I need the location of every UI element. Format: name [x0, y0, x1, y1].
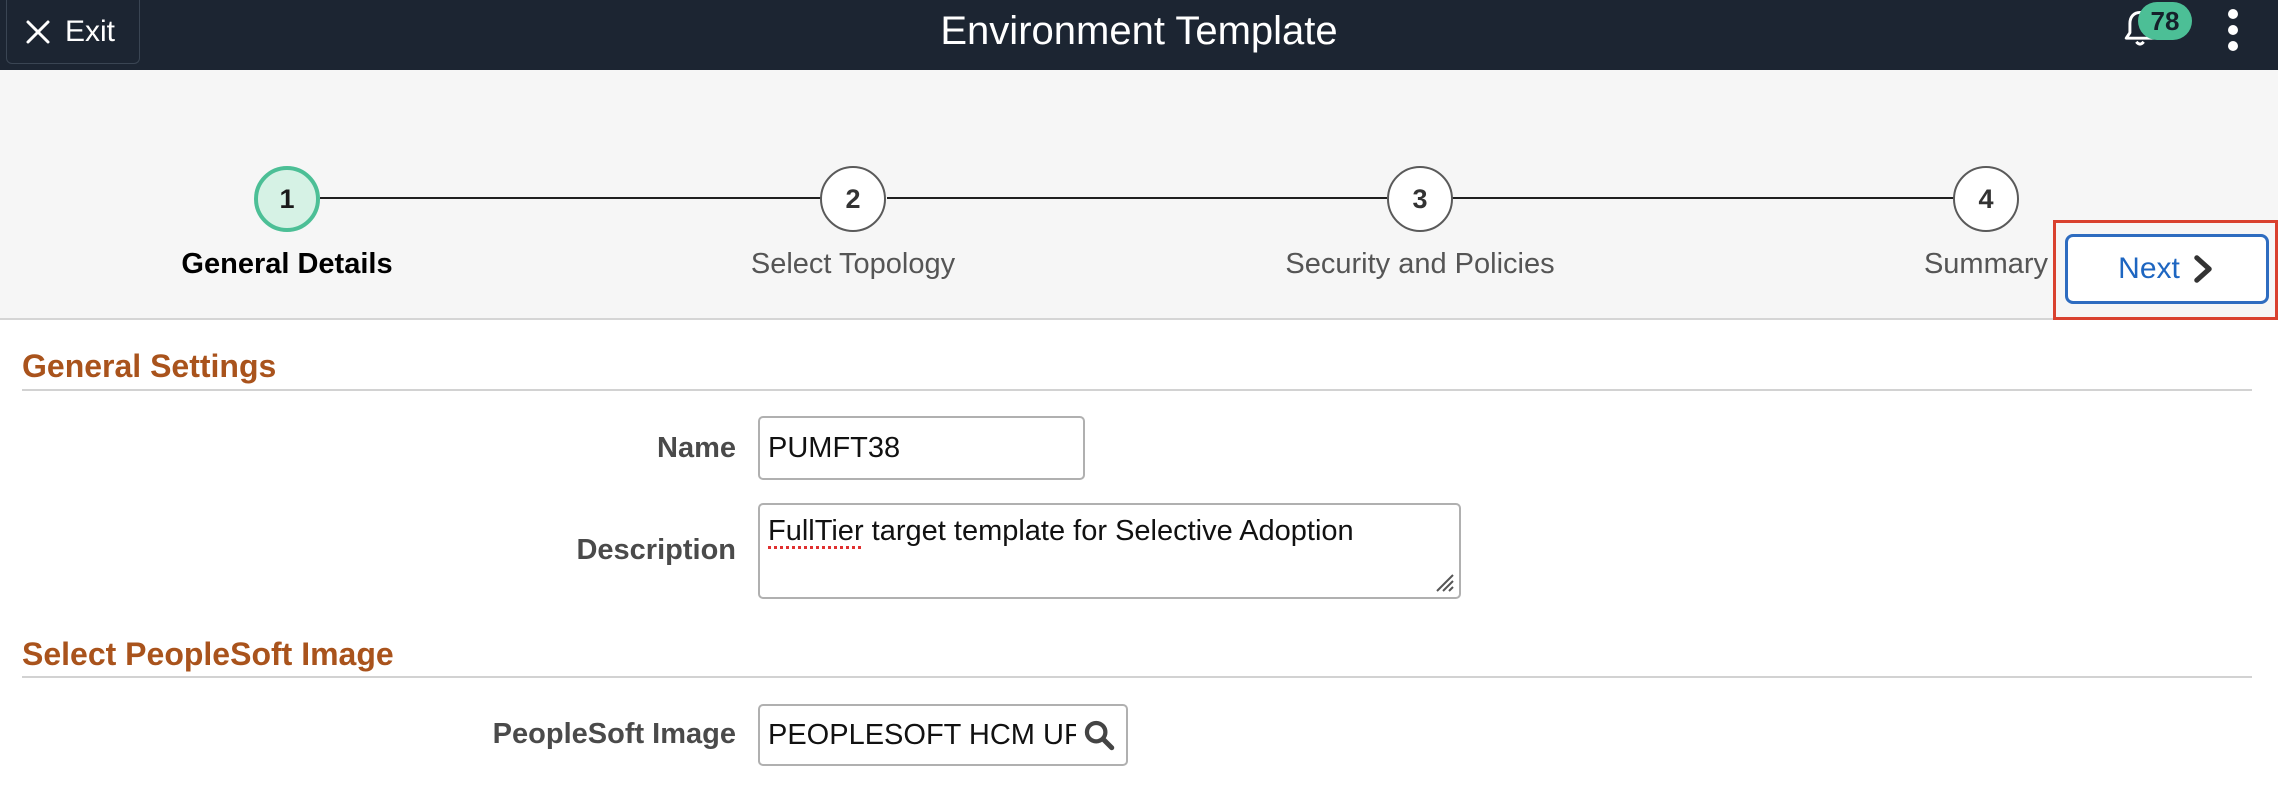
- peoplesoft-image-value: PEOPLESOFT HCM UPDATE IMAGE: [768, 718, 1076, 751]
- step-3-circle[interactable]: 3: [1387, 166, 1453, 232]
- name-field[interactable]: PUMFT38: [758, 416, 1085, 480]
- exit-label: Exit: [65, 14, 116, 48]
- general-settings-heading: General Settings: [22, 348, 277, 384]
- section-divider: [22, 676, 2252, 678]
- description-text: target template for Selective Adoption: [863, 515, 1354, 547]
- close-icon: [26, 20, 50, 43]
- step-1-circle[interactable]: 1: [254, 166, 320, 232]
- peoplesoft-image-label: PeopleSoft Image: [492, 718, 736, 750]
- train-connector: [320, 197, 822, 199]
- more-vertical-icon[interactable]: [2218, 4, 2248, 56]
- exit-button[interactable]: Exit: [6, 0, 140, 64]
- description-value: FullTier target template for Selective A…: [768, 515, 1354, 548]
- spellcheck-word: FullTier: [768, 515, 864, 547]
- name-label: Name: [657, 432, 736, 464]
- peoplesoft-image-field[interactable]: PEOPLESOFT HCM UPDATE IMAGE: [758, 704, 1128, 766]
- train-connector: [887, 197, 1387, 199]
- resize-grip-icon[interactable]: [1431, 569, 1455, 593]
- train-stop-navigation: 1 2 3 4 General Details Select Topology …: [0, 70, 2278, 320]
- section-divider: [22, 389, 2252, 391]
- name-value: PUMFT38: [768, 431, 901, 464]
- step-1-label[interactable]: General Details: [87, 248, 487, 281]
- step-2-circle[interactable]: 2: [820, 166, 886, 232]
- step-4-circle[interactable]: 4: [1953, 166, 2019, 232]
- app-header: Exit Environment Template 78: [0, 0, 2278, 70]
- train-connector: [1452, 197, 1954, 199]
- chevron-right-icon: [2194, 255, 2212, 283]
- page-title: Environment Template: [940, 8, 1338, 53]
- description-label: Description: [576, 534, 736, 566]
- select-image-heading: Select PeopleSoft Image: [22, 636, 394, 672]
- step-3-label[interactable]: Security and Policies: [1220, 248, 1620, 281]
- next-button[interactable]: Next: [2065, 234, 2269, 304]
- notification-count-badge[interactable]: 78: [2138, 2, 2192, 40]
- next-label: Next: [2118, 252, 2180, 285]
- description-field[interactable]: FullTier target template for Selective A…: [758, 503, 1461, 599]
- search-icon[interactable]: [1082, 718, 1116, 752]
- step-2-label[interactable]: Select Topology: [653, 248, 1053, 281]
